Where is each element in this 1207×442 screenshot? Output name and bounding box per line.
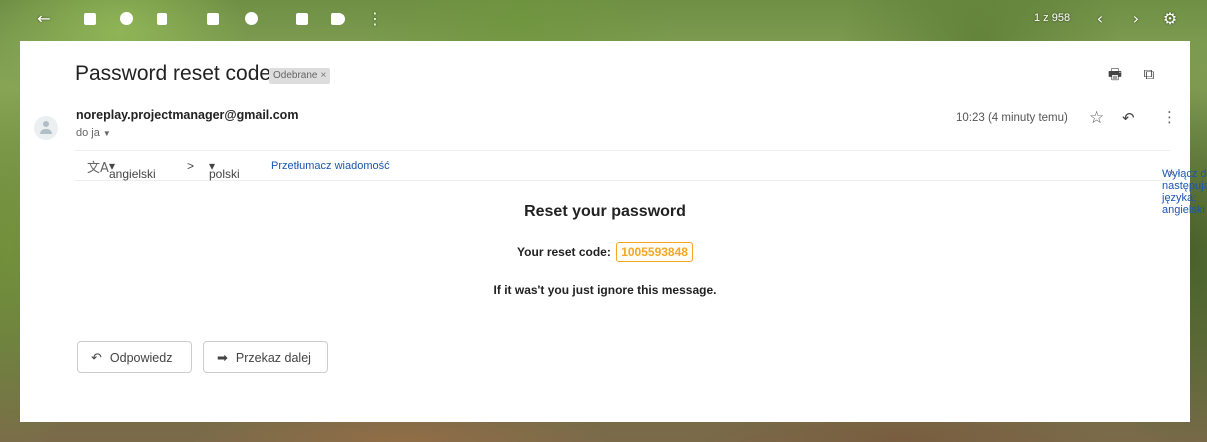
reset-code-row: Your reset code: 1005593848 — [20, 242, 1190, 262]
close-translation-icon[interactable]: × — [1168, 168, 1174, 180]
more-icon[interactable]: ⋮ — [365, 9, 385, 29]
mark-unread-icon[interactable] — [203, 9, 223, 29]
reply-icon[interactable]: ↶ — [1122, 109, 1135, 127]
message-panel: Password reset code. Odebrane × 🖶 ⧉ norep… — [20, 41, 1207, 422]
report-spam-icon[interactable] — [116, 9, 136, 29]
mail-toolbar: ← ⋮ 1 z 958 ‹ › ⚙ — [0, 0, 1207, 40]
archive-icon[interactable] — [80, 9, 100, 29]
forward-button[interactable]: ➡ Przekaz dalej — [203, 341, 328, 373]
message-time: 10:23 (4 minuty temu) — [956, 112, 1068, 124]
translate-arrow: > — [187, 159, 195, 173]
reply-button-label: Odpowiedz — [109, 351, 173, 365]
move-to-icon[interactable] — [292, 9, 312, 29]
forward-button-label: Przekaz dalej — [235, 351, 311, 365]
reset-code-label: Your reset code: — [517, 245, 611, 259]
delete-icon[interactable] — [152, 9, 172, 29]
label-text: Odebrane — [273, 70, 318, 81]
reset-code-value: 1005593848 — [616, 242, 693, 262]
label-icon[interactable] — [328, 9, 348, 29]
email-heading: Reset your password — [524, 203, 686, 220]
print-icon[interactable]: 🖶 — [1106, 65, 1124, 83]
target-language-select[interactable]: polski ▾ — [209, 159, 240, 181]
translate-icon: 文A — [87, 161, 109, 176]
sender-email[interactable]: noreplay.projectmanager@gmail.com — [76, 108, 298, 122]
ignore-message-text: If it was't you just ignore this message… — [493, 283, 717, 297]
back-arrow-icon[interactable]: ← — [34, 9, 54, 29]
message-counter: 1 z 958 — [1034, 12, 1071, 24]
recipient-details[interactable]: do ja ▼ — [76, 127, 111, 139]
source-language-label: angielski — [109, 167, 156, 181]
open-new-window-icon[interactable]: ⧉ — [1140, 65, 1158, 83]
translate-message-link[interactable]: Przetłumacz wiadomość — [271, 160, 390, 172]
star-icon[interactable]: ☆ — [1089, 108, 1104, 128]
snooze-icon[interactable] — [241, 9, 261, 29]
more-options-icon[interactable]: ⋮ — [1162, 108, 1177, 126]
forward-icon: ➡ — [217, 351, 228, 366]
source-language-select[interactable]: angielski ▾ — [109, 159, 156, 181]
target-language-label: polski — [209, 167, 240, 181]
reply-icon: ↶ — [91, 351, 102, 366]
avatar — [34, 116, 58, 140]
newer-icon[interactable]: › — [1126, 9, 1146, 29]
remove-label-icon[interactable]: × — [320, 70, 326, 81]
chevron-down-icon[interactable]: ▼ — [103, 129, 111, 138]
recipient-text: do ja — [76, 127, 100, 139]
message-subject: Password reset code. — [75, 62, 277, 85]
settings-icon[interactable]: ⚙ — [1160, 9, 1180, 29]
older-icon[interactable]: ‹ — [1090, 9, 1110, 29]
translation-bar: 文A angielski ▾ > polski ▾ Przetłumacz wi… — [75, 150, 1207, 216]
reply-button[interactable]: ↶ Odpowiedz — [77, 341, 192, 373]
inbox-label-chip[interactable]: Odebrane × — [269, 68, 331, 84]
